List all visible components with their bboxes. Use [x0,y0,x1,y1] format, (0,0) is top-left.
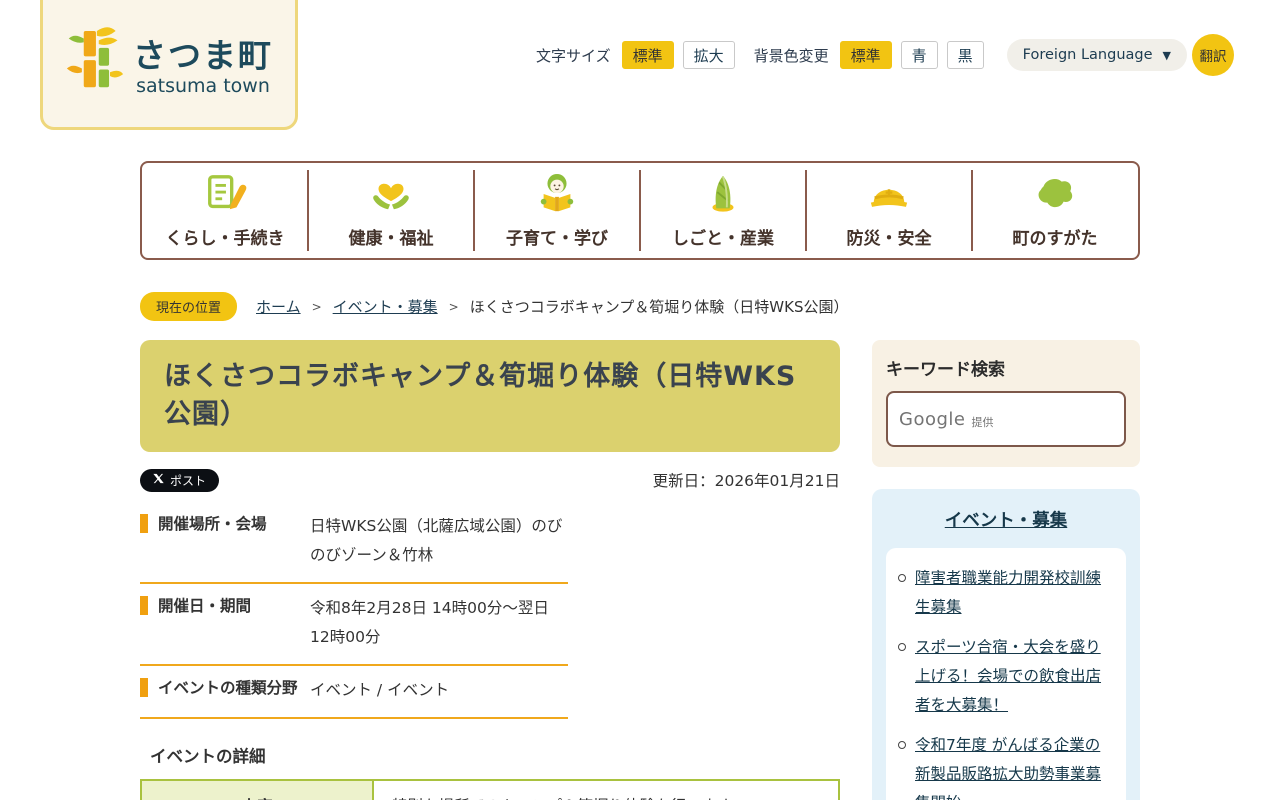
font-size-standard-button[interactable]: 標準 [621,41,674,69]
event-detail-table: 内容 特別な場所でのキャンプ＆筍堀り体験を行います。 [140,779,840,800]
circle-bullet-icon [898,741,906,749]
bg-black-button[interactable]: 黒 [946,41,984,69]
nav-item-shigoto[interactable]: しごと・産業 [639,163,806,258]
share-row: ポスト 更新日：2026年01月21日 [140,468,840,492]
bg-blue-button[interactable]: 青 [900,41,938,69]
x-post-button[interactable]: ポスト [140,468,220,492]
child-reading-icon [533,173,581,219]
table-value-cell: 特別な場所でのキャンプ＆筍堀り体験を行います。 [372,779,840,800]
language-selector-label: Foreign Language [1022,47,1153,63]
keyword-search-panel: キーワード検索 Google 提供 [872,340,1140,467]
list-item: スポーツ合宿・大会を盛り上げる！会場での飲食出店者を大募集！ [898,633,1114,720]
list-item: 令和7年度 がんばる企業の新製品販路拡大助勢事業募集開始 [898,731,1114,800]
site-title: さつま町 satsuma town [133,29,273,97]
detail-value: 日特WKS公園（北薩広域公園）のびのびゾーン＆竹林 [310,517,563,564]
detail-label: イベントの種類分野 [140,676,310,705]
table-row: 内容 特別な場所でのキャンプ＆筍堀り体験を行います。 [140,779,840,800]
breadcrumb-separator: > [311,299,322,314]
google-provider-suffix: 提供 [971,415,994,429]
document-pen-icon [201,173,249,219]
site-logo[interactable]: さつま町 satsuma town [40,0,298,130]
keyword-search-heading: キーワード検索 [886,360,1005,380]
font-size-label: 文字サイズ [536,46,611,65]
detail-row-category: イベントの種類分野 イベント / イベント [140,666,568,719]
detail-label-text: イベントの種類分野 [158,679,298,697]
bg-standard-button[interactable]: 標準 [839,41,892,69]
detail-label-text: 開催日・期間 [158,597,252,615]
search-input[interactable]: Google 提供 [886,391,1126,447]
orange-marker-icon [140,678,148,697]
event-link[interactable]: スポーツ合宿・大会を盛り上げる！会場での飲食出店者を大募集！ [915,633,1114,720]
list-item: 障害者職業能力開発校訓練生募集 [898,564,1114,622]
table-header-cell: 内容 [140,779,374,800]
updated-date: 更新日：2026年01月21日 [652,472,840,490]
accessibility-controls: 文字サイズ 標準 拡大 背景色変更 標準 青 黒 Foreign Languag… [536,33,1234,77]
page-title: ほくさつコラボキャンプ＆筍堀り体験（日特WKS公園） [164,361,797,430]
detail-label: 開催日・期間 [140,594,310,652]
orange-marker-icon [140,514,148,533]
events-heading-link[interactable]: イベント・募集 [886,507,1126,532]
detail-label-text: 開催場所・会場 [158,515,267,533]
section-heading: イベントの詳細 [150,747,266,766]
nav-label: 町のすがた [1012,228,1098,249]
google-brand-label: Google [899,408,966,430]
nav-label: しごと・産業 [672,228,774,249]
chevron-down-icon: ▼ [1162,48,1171,62]
bamboo-logo-icon [65,23,125,103]
site-name-en: satsuma town [136,75,270,97]
font-size-large-button[interactable]: 拡大 [682,41,735,69]
town-map-icon [1031,173,1079,219]
breadcrumb: 現在の位置 ホーム > イベント・募集 > ほくさつコラボキャンプ＆筍堀り体験（… [140,292,1190,321]
orange-marker-icon [140,596,148,615]
detail-row-place: 開催場所・会場 日特WKS公園（北薩広域公園）のびのびゾーン＆竹林 [140,502,568,584]
x-logo-icon [153,473,164,487]
bg-color-label: 背景色変更 [753,46,829,65]
nav-label: くらし・手続き [165,228,285,249]
breadcrumb-location-badge: 現在の位置 [140,292,238,321]
breadcrumb-home-link[interactable]: ホーム [256,296,301,317]
detail-row-date: 開催日・期間 令和8年2月28日 14時00分～翌日12時00分 [140,584,568,666]
detail-value: イベント / イベント [310,681,450,699]
sidebar: キーワード検索 Google 提供 イベント・募集 障害者職業能力開発校訓練生募… [872,340,1140,800]
nav-item-kosodate[interactable]: 子育て・学び [473,163,640,258]
events-card: 障害者職業能力開発校訓練生募集 スポーツ合宿・大会を盛り上げる！会場での飲食出店… [886,548,1126,800]
global-nav: くらし・手続き 健康・福祉 子育て・学び しごと・産業 防災・安全 町のすがた [140,161,1140,260]
bamboo-shoot-icon [699,173,747,219]
event-summary-list: 開催場所・会場 日特WKS公園（北薩広域公園）のびのびゾーン＆竹林 開催日・期間… [140,502,568,719]
site-name-jp: さつま町 [133,36,273,75]
translate-button[interactable]: 翻訳 [1192,34,1234,76]
detail-label: 開催場所・会場 [140,512,310,570]
events-link-list: 障害者職業能力開発校訓練生募集 スポーツ合宿・大会を盛り上げる！会場での飲食出店… [898,564,1114,800]
circle-bullet-icon [898,643,906,651]
event-link[interactable]: 障害者職業能力開発校訓練生募集 [915,564,1114,622]
helmet-icon [865,173,913,219]
event-link[interactable]: 令和7年度 がんばる企業の新製品販路拡大助勢事業募集開始 [915,731,1114,800]
nav-label: 子育て・学び [506,228,608,249]
nav-label: 健康・福祉 [348,228,434,249]
events-panel: イベント・募集 障害者職業能力開発校訓練生募集 スポーツ合宿・大会を盛り上げる！… [872,489,1140,800]
nav-item-bosai[interactable]: 防災・安全 [805,163,972,258]
breadcrumb-current-page: ほくさつコラボキャンプ＆筍堀り体験（日特WKS公園） [469,298,849,316]
detail-value: 令和8年2月28日 14時00分～翌日12時00分 [310,599,549,646]
nav-item-machi[interactable]: 町のすがた [971,163,1138,258]
breadcrumb-separator: > [448,299,459,314]
page-title-box: ほくさつコラボキャンプ＆筍堀り体験（日特WKS公園） [140,340,840,452]
nav-item-kurashi[interactable]: くらし・手続き [142,163,308,258]
main-content: ほくさつコラボキャンプ＆筍堀り体験（日特WKS公園） ポスト 更新日：2026年… [140,340,840,800]
language-selector[interactable]: Foreign Language ▼ [1006,39,1187,71]
hands-heart-icon [367,173,415,219]
nav-item-kenko[interactable]: 健康・福祉 [307,163,474,258]
breadcrumb-category-link[interactable]: イベント・募集 [333,296,438,317]
circle-bullet-icon [898,574,906,582]
nav-label: 防災・安全 [846,228,932,249]
x-post-label: ポスト [170,473,207,488]
